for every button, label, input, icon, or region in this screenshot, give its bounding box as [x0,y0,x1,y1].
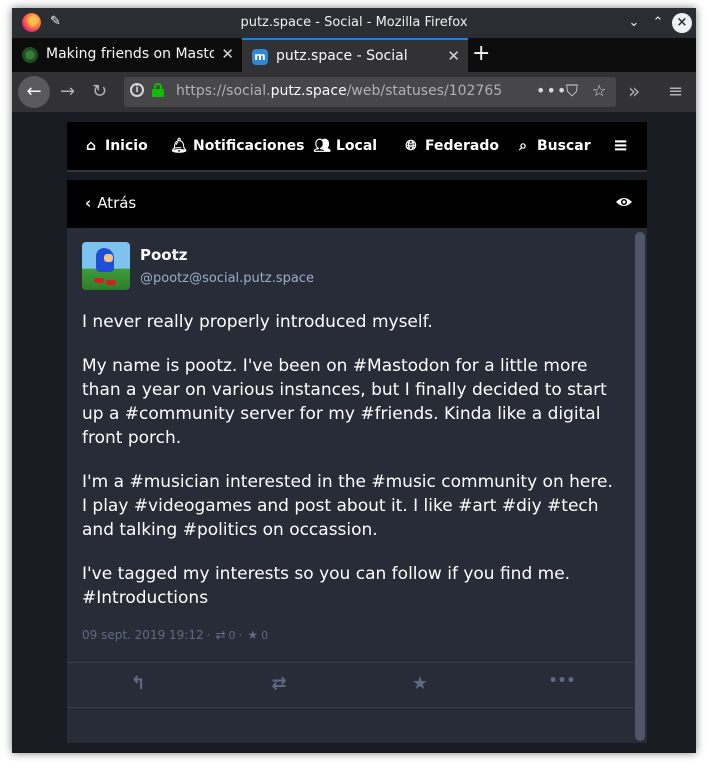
tab-putz-space[interactable]: m putz.space - Social ✕ [242,38,468,72]
display-name[interactable]: Pootz [140,246,188,264]
boost-icon[interactable]: ⇄ [264,673,294,694]
reply-icon[interactable]: ↰ [123,673,153,694]
star-icon: ★ [247,628,259,642]
globe-favicon-icon [22,47,38,63]
close-tab-icon[interactable]: ✕ [221,45,234,63]
close-window-button[interactable]: × [672,13,692,33]
overflow-chevron-icon[interactable]: » [628,79,640,103]
pocket-icon[interactable]: ⛉ [566,81,578,101]
hamburger-menu-icon[interactable]: ≡ [613,122,628,170]
detailed-status: Pootz @pootz@social.putz.space I never r… [67,228,633,743]
status-paragraph: I never really properly introduced mysel… [82,312,433,332]
status-meta: 09 sept. 2019 19:12 · ⇄ 0 · ★ 0 [82,628,269,642]
mastodon-favicon-icon: m [252,49,268,65]
url-text[interactable]: https://social.putz.space/web/statuses/1… [176,83,502,99]
reblog-count: 0 [228,629,236,642]
browser-window: ✎ putz.space - Social - Mozilla Firefox … [12,8,696,753]
window-title: putz.space - Social - Mozilla Firefox [240,15,468,30]
lock-icon[interactable] [152,83,164,97]
users-icon: 👥︎ [313,138,331,154]
retweet-icon: ⇄ [215,628,226,642]
forward-icon[interactable]: → [60,81,75,102]
tab-label: putz.space - Social [276,48,408,64]
column-header: ‹ Atrás [67,180,647,228]
home-icon: ⌂ [85,138,97,154]
eye-icon[interactable] [615,196,633,208]
page-content: ⌂ Inicio 🔔︎ Notificaciones 👥︎ Local 🌐︎ Feder… [12,112,696,753]
info-icon[interactable]: i [130,83,144,97]
nav-notificaciones[interactable]: 🔔︎ Notificaciones [169,122,304,170]
status-column: ‹ Atrás Pootz @pootz@social.putz.space I … [67,180,647,743]
favourite-count: 0 [261,629,269,642]
back-link[interactable]: ‹ Atrás [85,194,136,212]
back-button[interactable]: ← [18,76,50,108]
account-handle[interactable]: @pootz@social.putz.space [140,271,314,286]
bell-icon: 🔔︎ [170,138,188,154]
status-paragraph: I'm a #musician interested in the #music… [82,472,613,540]
more-icon[interactable]: ••• [547,673,577,689]
scrollbar-thumb[interactable] [635,232,645,741]
timestamp[interactable]: 09 sept. 2019 19:12 [82,628,204,642]
status-content: I never really properly introduced mysel… [82,310,622,630]
nav-federado[interactable]: 🌐︎ Federado [401,122,499,170]
bookmark-star-icon[interactable]: ☆ [592,81,606,100]
menu-icon[interactable]: ≡ [668,81,683,102]
mastodon-nav-bar: ⌂ Inicio 🔔︎ Notificaciones 👥︎ Local 🌐︎ Feder… [67,122,647,172]
status-paragraph: I've tagged my interests so you can foll… [82,564,571,608]
favourite-icon[interactable]: ★ [405,673,435,694]
tab-label: Making friends on Mastodon [46,46,214,62]
status-paragraph: My name is pootz. I've been on #Mastodon… [82,356,607,448]
globe-icon: 🌐︎ [405,138,417,154]
chevron-left-icon: ‹ [85,194,92,212]
nav-inicio[interactable]: ⌂ Inicio [81,122,148,170]
url-bar[interactable]: i https://social.putz.space/web/statuses… [124,77,616,107]
reload-icon[interactable]: ↻ [92,81,107,102]
avatar[interactable] [82,242,130,290]
tab-strip: Making friends on Mastodon ✕ m putz.spac… [12,38,696,72]
new-tab-icon[interactable]: + [472,41,490,66]
minimize-button[interactable]: ⌄ [624,13,644,33]
nav-buscar[interactable]: ⌕ Buscar [513,122,591,170]
navigation-bar: ← → ↻ i https://social.putz.space/web/st… [12,72,696,112]
tab-making-friends[interactable]: Making friends on Mastodon ✕ [12,38,242,72]
search-icon: ⌕ [519,138,527,154]
page-actions-icon[interactable]: ••• [536,81,567,100]
close-tab-icon[interactable]: ✕ [447,47,460,65]
nav-local[interactable]: 👥︎ Local [312,122,377,170]
action-bar: ↰ ⇄ ★ ••• [67,662,633,708]
maximize-button[interactable]: ⌃ [648,13,668,33]
title-bar: ✎ putz.space - Social - Mozilla Firefox … [12,8,696,38]
